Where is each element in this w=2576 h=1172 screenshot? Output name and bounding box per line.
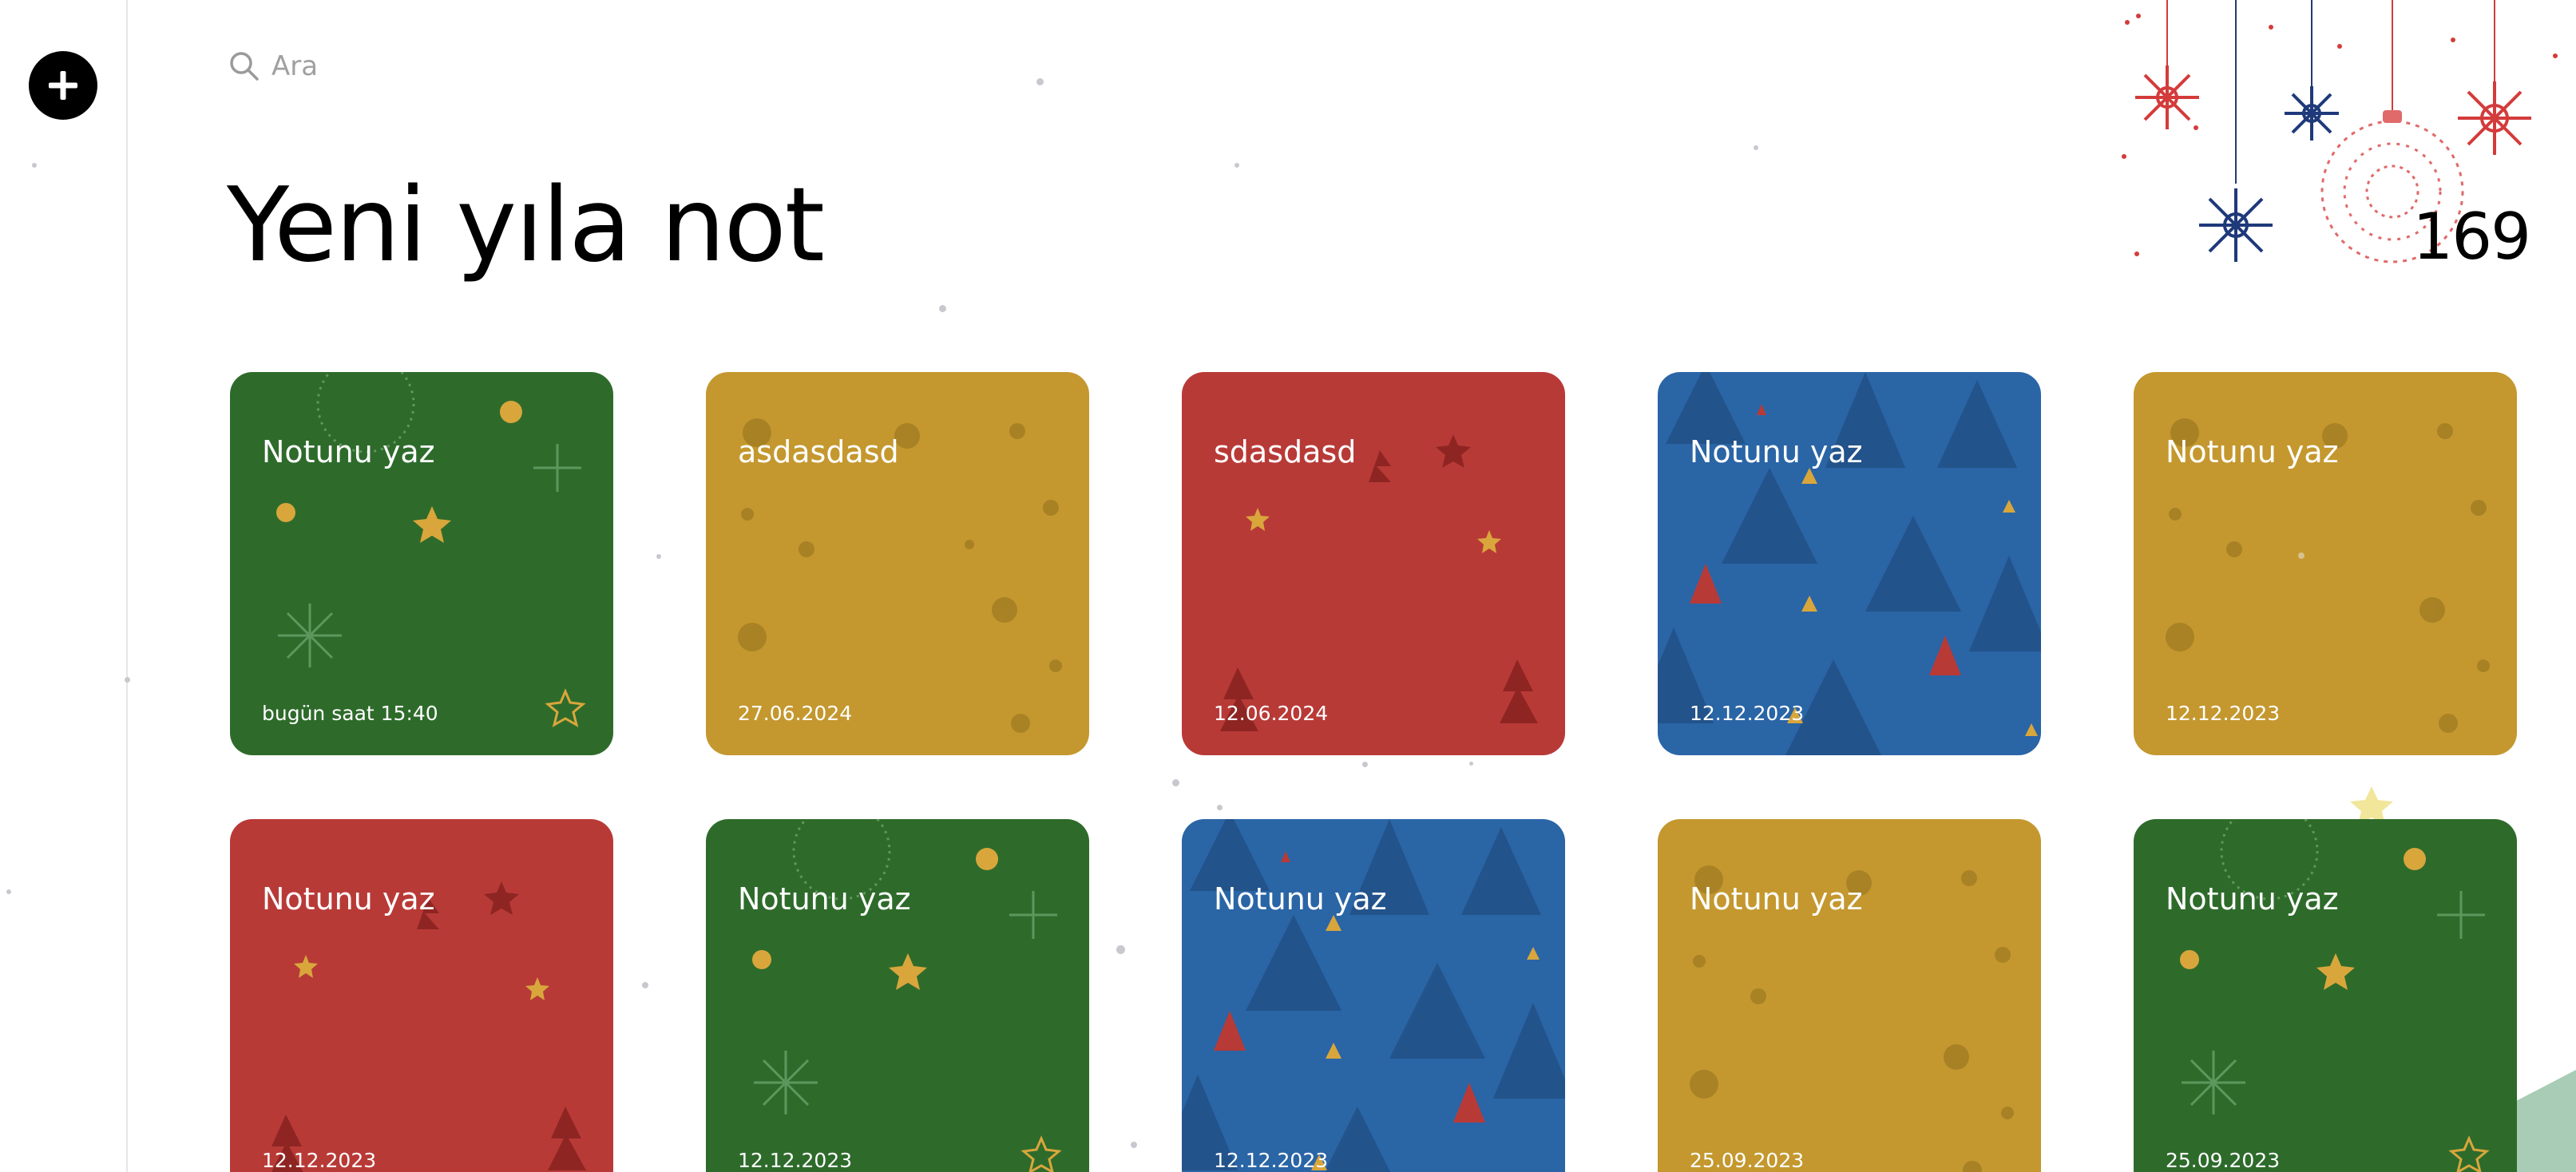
note-card[interactable]: sdasdasd 12.06.2024 xyxy=(1182,372,1565,755)
note-card[interactable]: Notunu yaz 12.12.2023 xyxy=(706,819,1089,1172)
card-pattern-gold xyxy=(706,372,1089,755)
note-date: 12.12.2023 xyxy=(262,1149,377,1172)
app-page: Yeni yıla not xyxy=(0,0,2576,1172)
card-pattern-green xyxy=(230,372,613,755)
note-title: Notunu yaz xyxy=(1214,881,1387,917)
card-pattern-gold xyxy=(2134,372,2517,755)
note-title: Notunu yaz xyxy=(262,881,435,917)
note-title: Notunu yaz xyxy=(2166,434,2339,469)
note-title: Notunu yaz xyxy=(738,881,911,917)
note-card[interactable]: Notunu yaz 12.12.2023 xyxy=(230,819,613,1172)
note-title: Notunu yaz xyxy=(2166,881,2339,917)
note-date: 27.06.2024 xyxy=(738,702,853,725)
card-pattern-blue xyxy=(1658,372,2041,755)
note-card[interactable]: Notunu yaz 25.09.2023 xyxy=(2134,819,2517,1172)
plus-icon xyxy=(49,71,77,100)
note-count: 169 xyxy=(2412,200,2531,274)
card-pattern-green xyxy=(706,819,1089,1172)
note-card[interactable]: Notunu yaz 12.12.2023 xyxy=(2134,372,2517,755)
snow-dot xyxy=(125,677,130,683)
note-date: bugün saat 15:40 xyxy=(262,702,438,725)
note-date: 25.09.2023 xyxy=(1690,1149,1805,1172)
sidebar xyxy=(0,0,128,1172)
note-title: Notunu yaz xyxy=(1690,881,1863,917)
snow-dot xyxy=(1234,163,1239,168)
card-pattern-red xyxy=(1182,372,1565,755)
card-pattern-red xyxy=(230,819,613,1172)
note-card[interactable]: asdasdasd 27.06.2024 xyxy=(706,372,1089,755)
card-pattern-blue xyxy=(1182,819,1565,1172)
notes-grid: Notunu yaz bugün saat 15:40 asdasdasd 27… xyxy=(230,372,2517,1172)
snow-dot xyxy=(32,163,37,168)
card-pattern-green xyxy=(2134,819,2517,1172)
note-date: 12.12.2023 xyxy=(1690,702,1805,725)
search-icon xyxy=(230,52,259,81)
page-title: Yeni yıla not xyxy=(227,166,825,285)
note-card[interactable]: Notunu yaz 25.09.2023 xyxy=(1658,819,2041,1172)
note-date: 12.12.2023 xyxy=(2166,702,2281,725)
snow-dot xyxy=(1036,78,1044,85)
note-title: sdasdasd xyxy=(1214,434,1357,469)
note-title: asdasdasd xyxy=(738,434,899,469)
note-date: 12.06.2024 xyxy=(1214,702,1329,725)
note-date: 12.12.2023 xyxy=(1214,1149,1329,1172)
note-title: Notunu yaz xyxy=(262,434,435,469)
card-pattern-gold xyxy=(1658,819,2041,1172)
note-card[interactable]: Notunu yaz 12.12.2023 xyxy=(1658,372,2041,755)
note-date: 12.12.2023 xyxy=(738,1149,853,1172)
snow-dot xyxy=(6,889,11,894)
search-input[interactable] xyxy=(271,50,639,82)
search-bar[interactable] xyxy=(228,46,644,86)
note-card[interactable]: Notunu yaz bugün saat 15:40 xyxy=(230,372,613,755)
note-date: 25.09.2023 xyxy=(2166,1149,2281,1172)
snow-dot xyxy=(1754,145,1758,150)
note-title: Notunu yaz xyxy=(1690,434,1863,469)
snow-dot xyxy=(939,305,946,312)
add-note-button[interactable] xyxy=(29,51,97,120)
note-card[interactable]: Notunu yaz 12.12.2023 xyxy=(1182,819,1565,1172)
